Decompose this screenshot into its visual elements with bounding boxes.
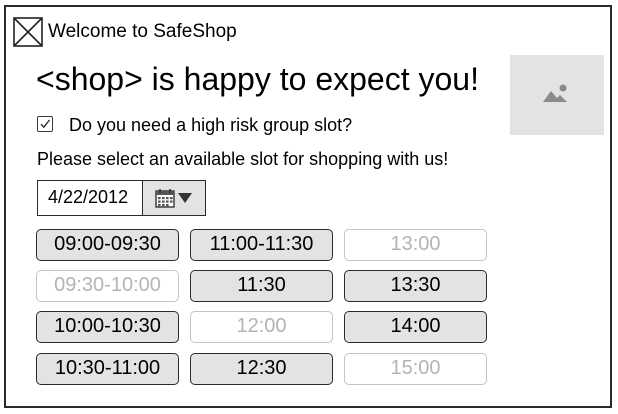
slot-button[interactable]: 10:00-10:30 — [36, 311, 179, 343]
app-window: Welcome to SafeShop <shop> is happy to e… — [4, 5, 612, 408]
slot-button[interactable]: 11:00-11:30 — [190, 229, 333, 261]
slot-button[interactable]: 09:00-09:30 — [36, 229, 179, 261]
high-risk-checkbox[interactable] — [37, 116, 53, 132]
slot-button[interactable]: 11:30 — [190, 270, 333, 302]
logo-placeholder-icon — [13, 17, 43, 47]
image-placeholder-icon — [510, 55, 604, 135]
slot-button[interactable]: 13:00 — [344, 229, 487, 261]
slot-instructions: Please select an available slot for shop… — [37, 149, 449, 169]
calendar-icon — [155, 189, 175, 208]
slot-button[interactable]: 09:30-10:00 — [36, 270, 179, 302]
slot-button[interactable]: 12:30 — [190, 353, 333, 385]
date-input[interactable]: 4/22/2012 — [37, 180, 143, 216]
app-title: Welcome to SafeShop — [48, 21, 237, 42]
slot-button[interactable]: 14:00 — [344, 311, 487, 343]
chevron-down-icon — [178, 193, 192, 203]
high-risk-label: Do you need a high risk group slot? — [69, 115, 353, 135]
page-headline: <shop> is happy to expect you! — [36, 61, 479, 97]
slot-button[interactable]: 12:00 — [190, 311, 333, 343]
slot-button[interactable]: 10:30-11:00 — [36, 353, 179, 385]
date-picker-button[interactable] — [142, 180, 206, 216]
slot-button[interactable]: 15:00 — [344, 353, 487, 385]
slot-button[interactable]: 13:30 — [344, 270, 487, 302]
